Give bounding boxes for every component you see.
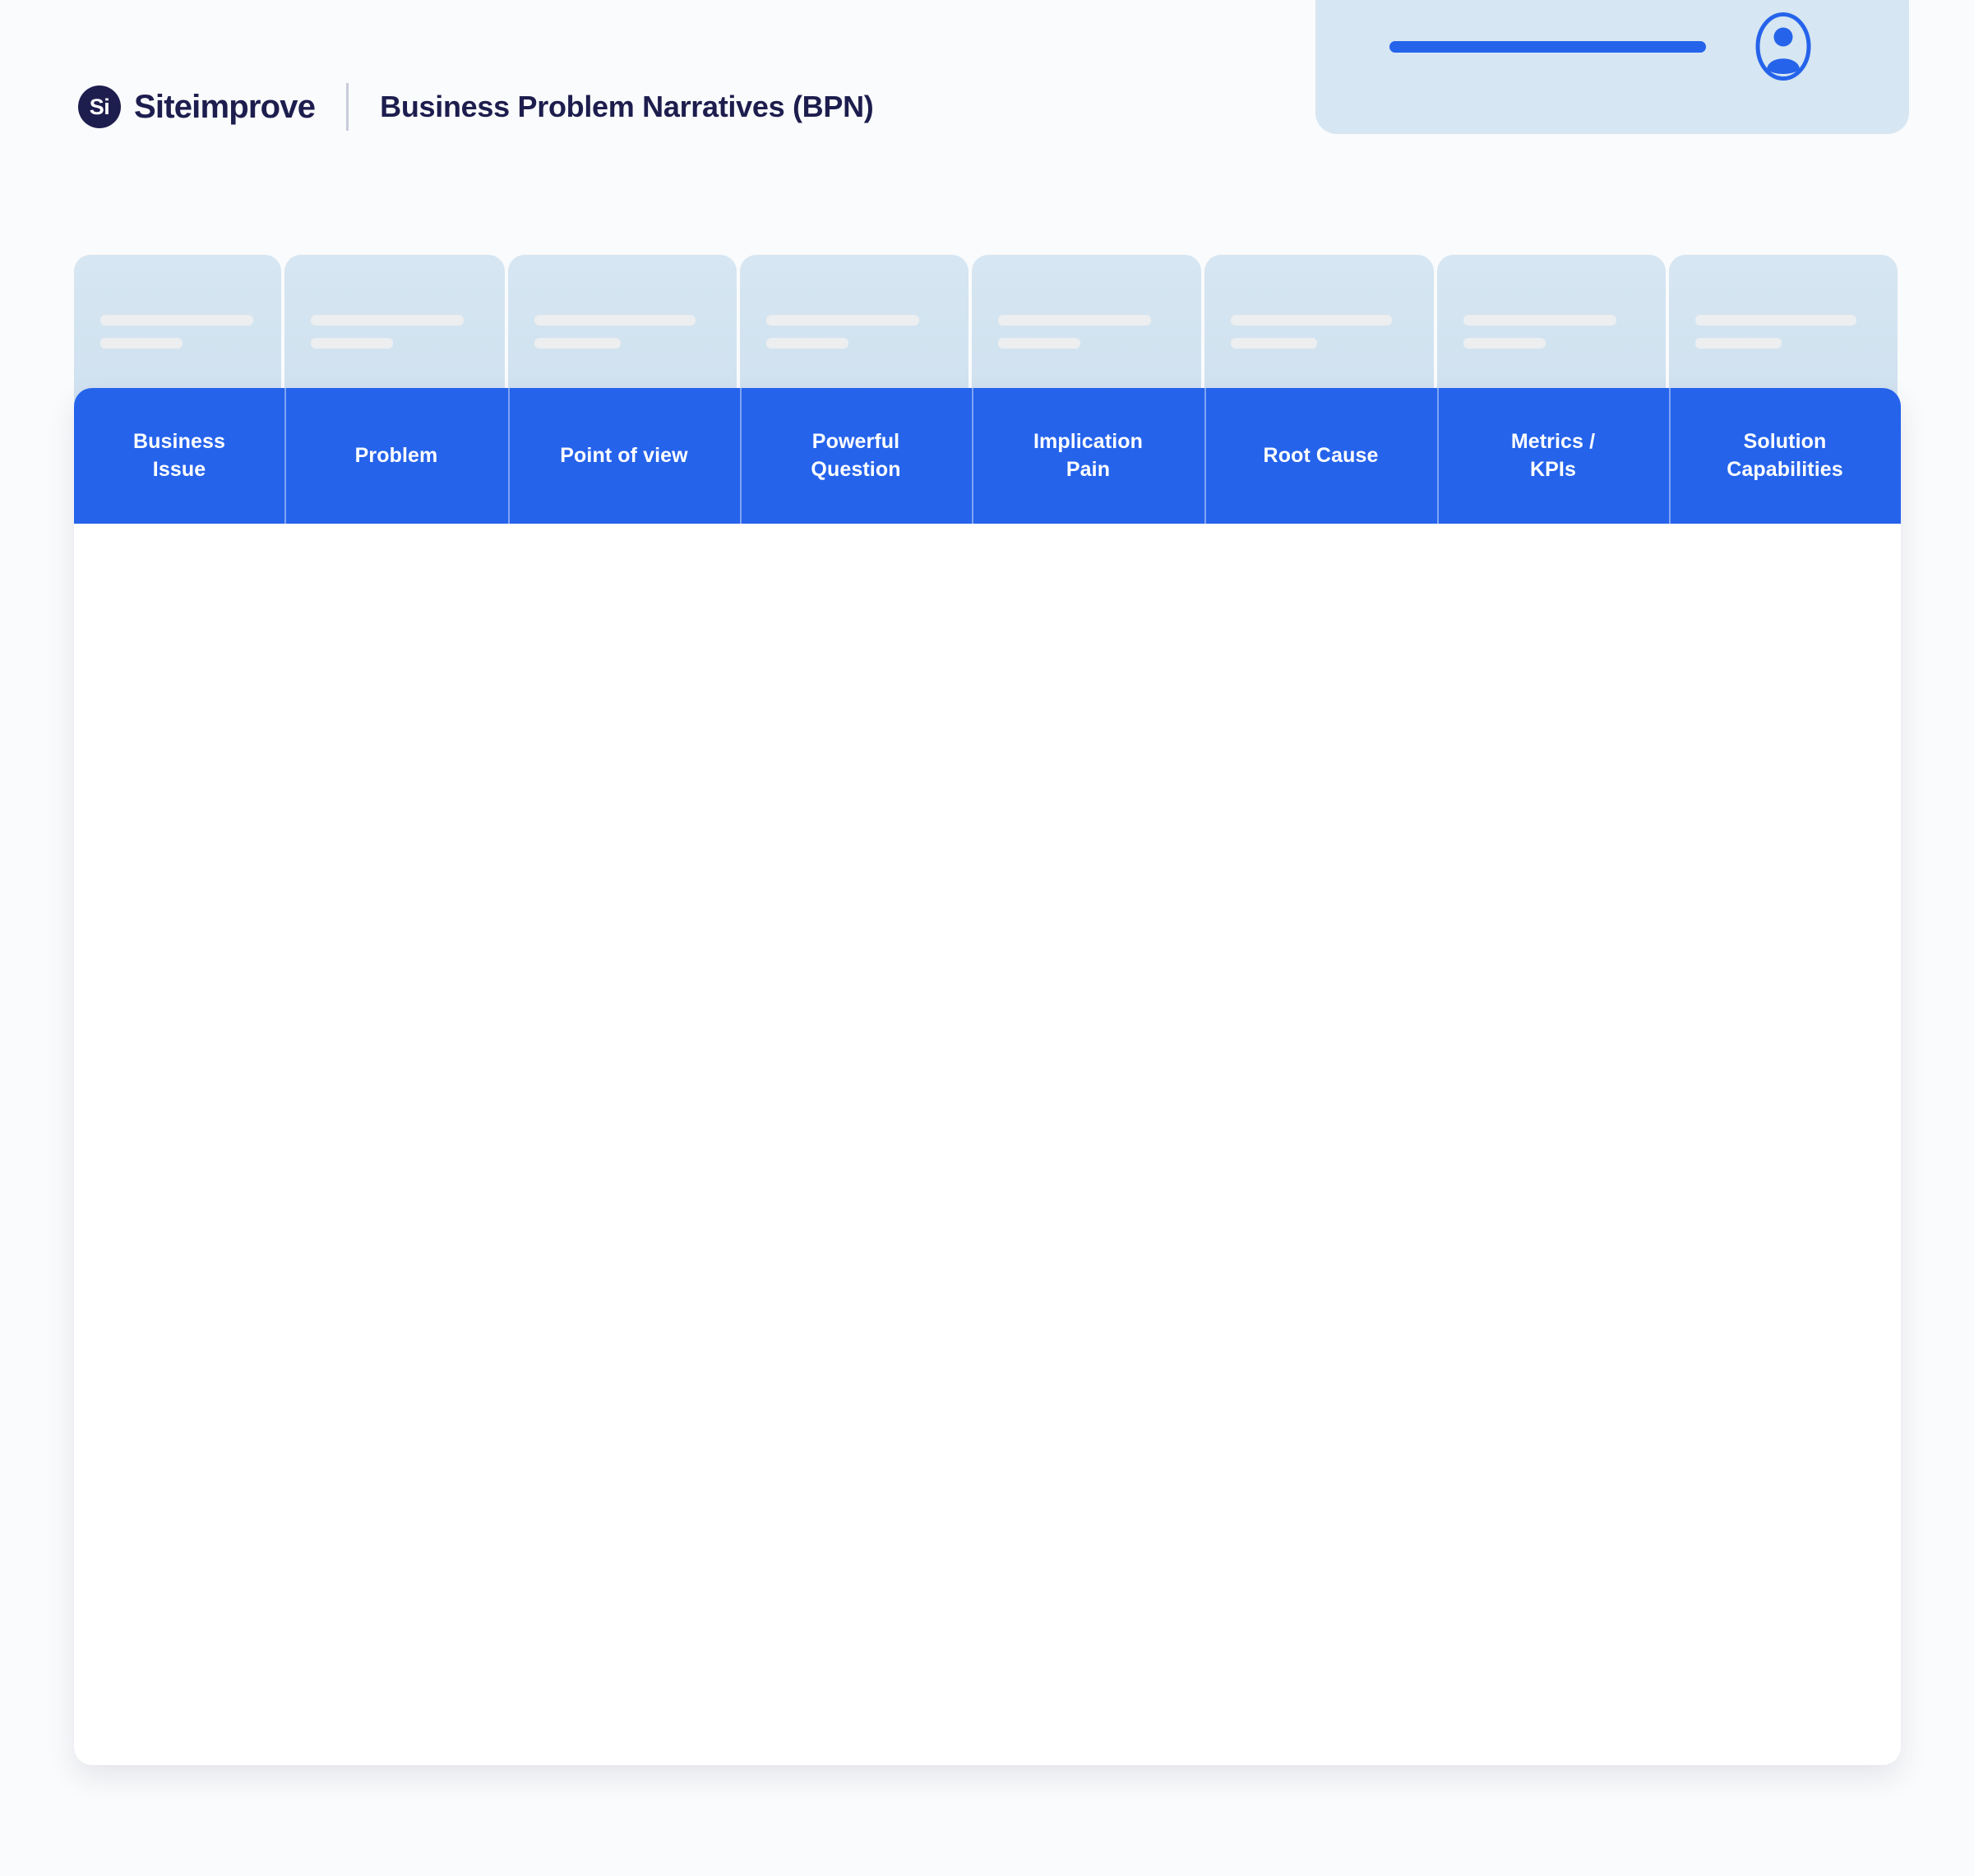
- column-header-root-cause[interactable]: Root Cause: [1204, 388, 1437, 524]
- siteimprove-logo-icon: Si: [78, 85, 121, 128]
- tab-title-placeholder: [311, 315, 464, 326]
- column-header-point-of-view[interactable]: Point of view: [508, 388, 740, 524]
- table-header-row: Business Issue Problem Point of view Powerf…: [74, 388, 1901, 524]
- table-body: [74, 524, 1901, 1765]
- brand: Si Siteimprove Business Problem Narrativ…: [78, 82, 874, 132]
- column-header-label: Metrics / KPIs: [1510, 430, 1596, 481]
- tab-title-placeholder: [1695, 315, 1856, 326]
- column-header-problem[interactable]: Problem: [284, 388, 508, 524]
- account-name-placeholder: [1389, 41, 1706, 53]
- top-bar: Si Siteimprove Business Problem Narrativ…: [0, 0, 1974, 185]
- tab-title-placeholder: [1463, 315, 1616, 326]
- tab-subtitle-placeholder: [1463, 338, 1546, 349]
- brand-name: Siteimprove: [134, 88, 316, 125]
- account-widget[interactable]: [1315, 0, 1909, 134]
- tab-subtitle-placeholder: [998, 338, 1080, 349]
- column-header-label: Solution Capabilities: [1727, 430, 1843, 481]
- brand-divider: [346, 83, 349, 131]
- tab-title-placeholder: [534, 315, 696, 326]
- column-header-implication-pain[interactable]: Implication Pain: [972, 388, 1204, 524]
- column-header-label: Business Issue: [133, 430, 225, 481]
- column-header-solution-capabilities[interactable]: Solution Capabilities: [1669, 388, 1901, 524]
- column-header-business-issue[interactable]: Business Issue: [74, 388, 284, 524]
- user-avatar-icon[interactable]: [1755, 12, 1811, 81]
- tab-title-placeholder: [998, 315, 1151, 326]
- column-header-label: Point of view: [560, 443, 688, 467]
- column-header-label: Root Cause: [1263, 443, 1379, 467]
- column-header-label: Powerful Question: [811, 430, 901, 481]
- tab-subtitle-placeholder: [1695, 338, 1782, 349]
- tab-subtitle-placeholder: [311, 338, 393, 349]
- tab-subtitle-placeholder: [1231, 338, 1317, 349]
- tab-title-placeholder: [766, 315, 919, 326]
- column-header-label: Problem: [354, 443, 438, 467]
- bpn-matrix-board: Business Issue Problem Point of view Powerf…: [74, 388, 1901, 1765]
- tab-subtitle-placeholder: [534, 338, 621, 349]
- column-header-powerful-question[interactable]: Powerful Question: [740, 388, 972, 524]
- column-header-label: Implication Pain: [1033, 430, 1144, 481]
- tab-title-placeholder: [100, 315, 253, 326]
- tab-subtitle-placeholder: [766, 338, 848, 349]
- tab-subtitle-placeholder: [100, 338, 183, 349]
- page-title: Business Problem Narratives (BPN): [380, 90, 874, 123]
- column-header-metrics-kpis[interactable]: Metrics / KPIs: [1437, 388, 1669, 524]
- tab-title-placeholder: [1231, 315, 1392, 326]
